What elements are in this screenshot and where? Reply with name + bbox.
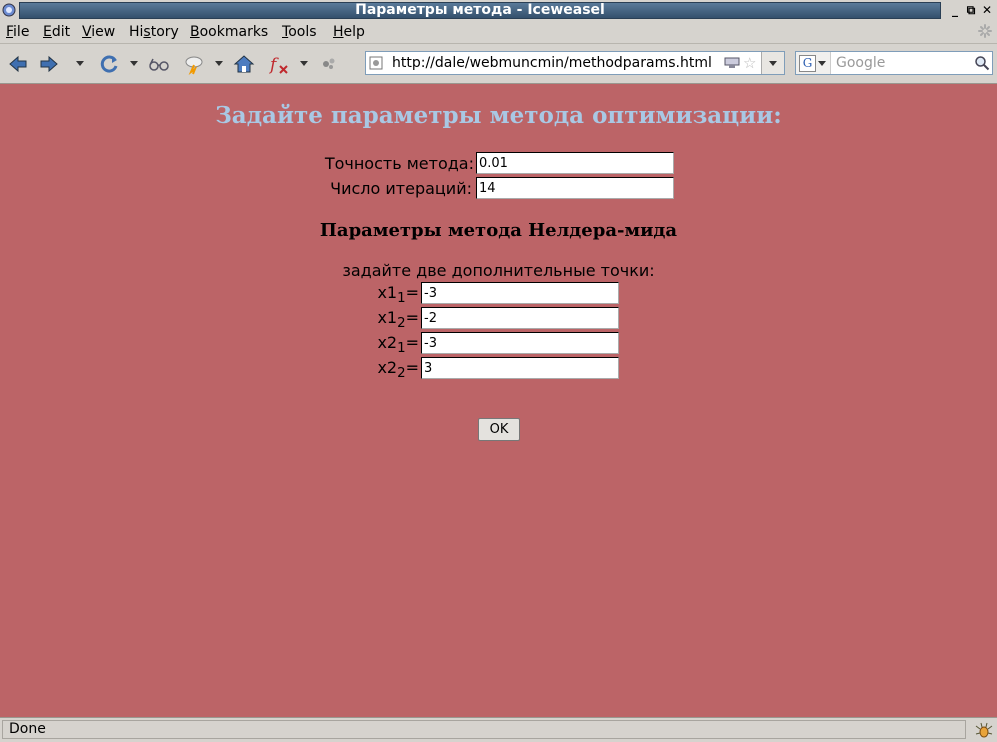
search-engine-button[interactable]: G	[796, 52, 831, 74]
point-x2-2-label: x22=	[377, 358, 419, 382]
point-x1-2-label: x12=	[377, 308, 419, 332]
menu-bookmarks[interactable]: Bookmarks	[190, 24, 268, 40]
minimize-icon[interactable]: _	[948, 3, 962, 17]
throbber-icon	[978, 24, 992, 38]
plugin-icon[interactable]	[318, 53, 340, 75]
iterations-label: Число итераций:	[330, 179, 472, 198]
firebug-icon[interactable]	[975, 721, 993, 739]
points-hint: задайте две дополнительные точки:	[342, 261, 655, 280]
chevron-down-icon	[818, 61, 826, 66]
point-x1-1-label: x11=	[377, 283, 419, 307]
search-input[interactable]: Google	[836, 55, 885, 71]
network-icon[interactable]	[724, 57, 740, 69]
svg-text:f: f	[268, 55, 279, 75]
point-x2-1-input[interactable]	[421, 332, 619, 354]
menu-edit[interactable]: Edit	[43, 24, 70, 40]
iterations-input[interactable]	[476, 177, 674, 199]
point-x1-2-input[interactable]	[421, 307, 619, 329]
menu-tools[interactable]: Tools	[282, 24, 317, 40]
flash-block-icon[interactable]: f	[268, 53, 290, 75]
home-icon[interactable]	[233, 53, 255, 75]
maximize-icon[interactable]: ⧉	[964, 3, 978, 17]
point-x2-2-input[interactable]	[421, 357, 619, 379]
weather-dropdown-icon[interactable]	[215, 61, 223, 66]
close-icon[interactable]: ✕	[980, 3, 994, 17]
accuracy-label: Точность метода:	[324, 154, 474, 173]
menu-help[interactable]: Help	[333, 24, 365, 40]
weather-icon[interactable]	[183, 53, 205, 75]
window-title: Параметры метода - Iceweasel	[19, 2, 941, 19]
point-x2-1-label: x21=	[377, 333, 419, 357]
iceweasel-app-icon[interactable]	[2, 3, 16, 17]
page-content: Задайте параметры метода оптимизации: То…	[0, 84, 997, 717]
window-titlebar: Параметры метода - Iceweasel _ ⧉ ✕	[0, 0, 997, 21]
glasses-icon[interactable]	[148, 53, 170, 75]
flash-dropdown-icon[interactable]	[300, 61, 308, 66]
url-bar[interactable]: http://dale/webmuncmin/methodparams.html…	[365, 51, 785, 75]
chevron-down-icon	[769, 61, 777, 66]
back-icon[interactable]	[7, 53, 29, 75]
google-engine-icon: G	[799, 55, 816, 72]
search-bar[interactable]: G Google	[795, 51, 993, 75]
menu-history[interactable]: History	[129, 24, 179, 40]
reload-dropdown-icon[interactable]	[130, 61, 138, 66]
menu-bar: File Edit View History Bookmarks Tools H…	[0, 21, 997, 44]
url-dropdown-button[interactable]	[761, 52, 784, 74]
history-dropdown-icon[interactable]	[76, 61, 84, 66]
nelder-mead-title: Параметры метода Нелдера-мида	[319, 220, 678, 241]
ok-button[interactable]: OK	[478, 418, 520, 441]
page-icon	[369, 56, 383, 70]
menu-file[interactable]: File	[6, 24, 29, 40]
forward-icon[interactable]	[38, 53, 60, 75]
bookmark-star-icon[interactable]: ☆	[743, 55, 759, 71]
page-title: Задайте параметры метода оптимизации:	[215, 102, 782, 129]
point-x1-1-input[interactable]	[421, 282, 619, 304]
reload-icon[interactable]	[98, 53, 120, 75]
menu-view[interactable]: View	[82, 24, 115, 40]
search-icon[interactable]	[974, 55, 990, 71]
url-text[interactable]: http://dale/webmuncmin/methodparams.html	[392, 55, 712, 71]
status-bar: Done	[0, 717, 997, 742]
status-text: Done	[2, 720, 966, 739]
accuracy-input[interactable]	[476, 152, 674, 174]
